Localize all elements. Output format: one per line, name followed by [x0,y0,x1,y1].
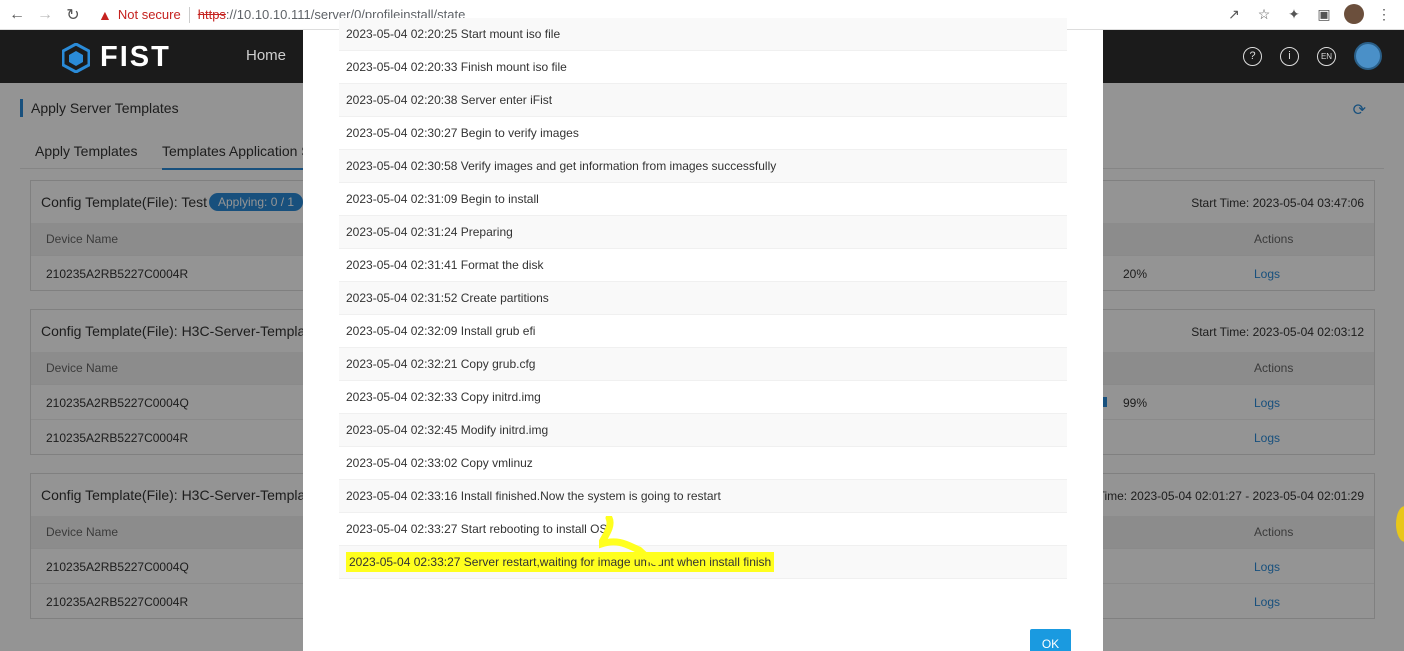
log-entry: 2023-05-04 02:33:27 Start rebooting to i… [339,513,1067,546]
log-entry: 2023-05-04 02:31:24 Preparing [339,216,1067,249]
security-label: Not secure [117,7,181,22]
help-icon[interactable]: ? [1243,46,1262,66]
url-protocol: https [197,7,226,22]
reload-icon[interactable]: ↻ [62,4,84,26]
highlighted-text: 2023-05-04 02:33:27 Server restart,waiti… [346,552,775,572]
log-entry: 2023-05-04 02:30:27 Begin to verify imag… [339,117,1067,150]
log-entry: 2023-05-04 02:33:02 Copy vmlinuz [339,447,1067,480]
language-icon[interactable]: EN [1317,46,1336,66]
log-entry: 2023-05-04 02:30:58 Verify images and ge… [339,150,1067,183]
info-icon[interactable]: i [1280,46,1299,66]
sidepanel-icon[interactable]: ▣ [1314,4,1334,24]
log-entry-highlighted: 2023-05-04 02:33:27 Server restart,waiti… [339,546,1067,579]
divider [188,6,190,23]
log-entry: 2023-05-04 02:20:38 Server enter iFist [339,84,1067,117]
log-entry: 2023-05-04 02:31:52 Create partitions [339,282,1067,315]
log-list: 2023-05-04 02:20:25 Start mount iso file… [339,18,1067,579]
log-entry: 2023-05-04 02:32:33 Copy initrd.img [339,381,1067,414]
browser-menu-icon[interactable]: ⋮ [1374,4,1394,24]
logo-icon [62,42,90,73]
log-entry: 2023-05-04 02:32:21 Copy grub.cfg [339,348,1067,381]
log-entry: 2023-05-04 02:33:16 Install finished.Now… [339,480,1067,513]
log-entry: 2023-05-04 02:31:41 Format the disk [339,249,1067,282]
share-icon[interactable]: ↗ [1224,4,1244,24]
highlighter-scribble [599,516,659,566]
brand-name: FIST [100,41,171,73]
ok-button[interactable]: OK [1030,629,1071,651]
log-entry: 2023-05-04 02:20:33 Finish mount iso fil… [339,51,1067,84]
extensions-icon[interactable]: ✦ [1284,4,1304,24]
browser-profile-avatar[interactable] [1344,4,1364,24]
logs-dialog: 2023-05-04 02:20:25 Start mount iso file… [303,18,1103,651]
security-indicator[interactable]: ▲ Not secure [98,7,181,23]
log-entry: 2023-05-04 02:32:09 Install grub efi [339,315,1067,348]
back-arrow-icon[interactable]: ← [6,4,28,26]
log-entry: 2023-05-04 02:32:45 Modify initrd.img [339,414,1067,447]
log-entry: 2023-05-04 02:31:09 Begin to install [339,183,1067,216]
user-avatar[interactable] [1354,42,1382,70]
fist-logo[interactable]: FIST [62,41,171,74]
log-entry: 2023-05-04 02:20:25 Start mount iso file [339,18,1067,51]
star-icon[interactable]: ☆ [1254,4,1274,24]
warning-icon: ▲ [98,6,112,23]
nav-home[interactable]: Home [246,47,286,64]
forward-arrow-icon[interactable]: → [34,4,56,26]
